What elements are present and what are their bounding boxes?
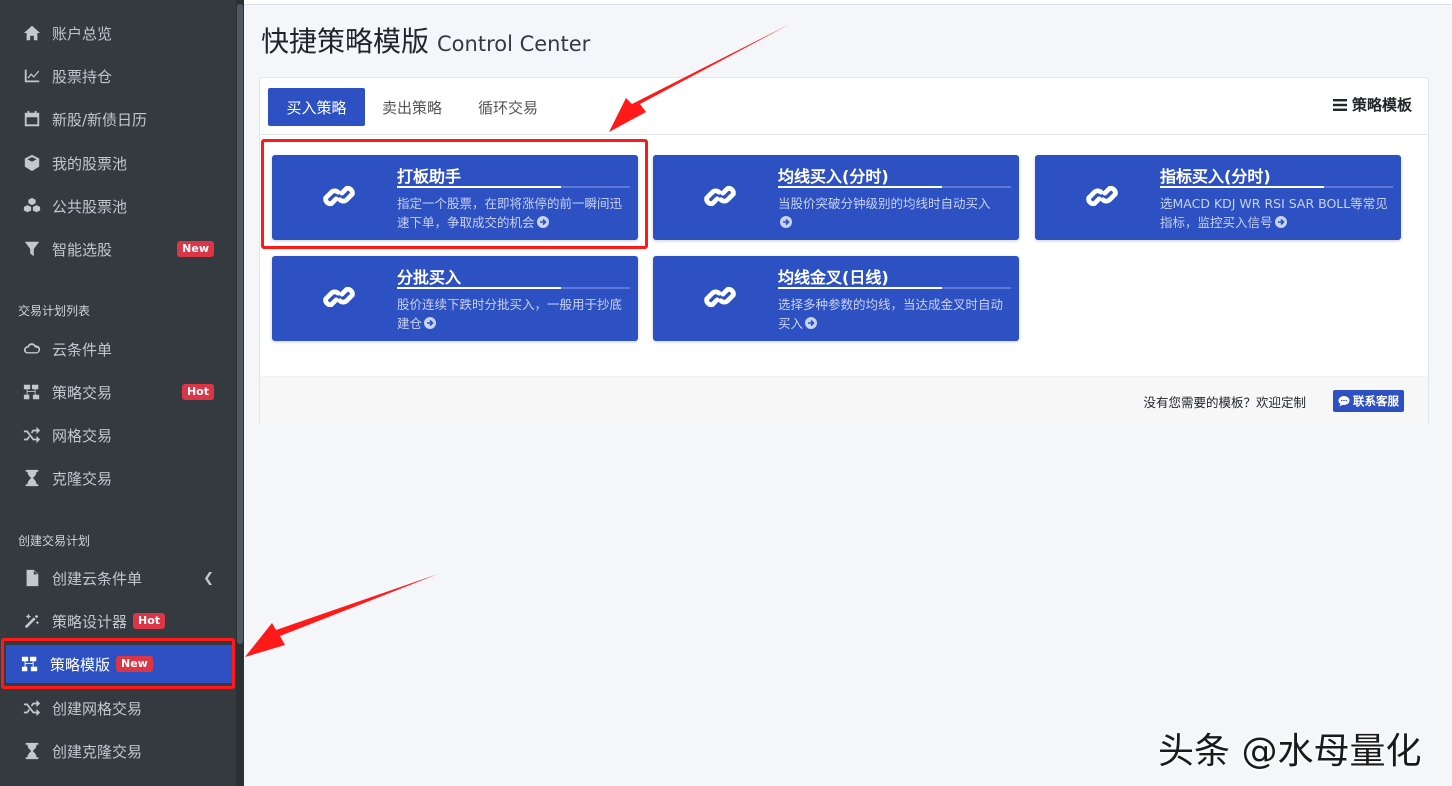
tile-progress-fill [1160, 186, 1324, 188]
random-icon [22, 698, 42, 718]
hot-badge: Hot [133, 613, 166, 629]
sidebar-item-label: 云条件单 [52, 340, 113, 359]
strategy-templates-menu[interactable]: 策略模板 [1332, 94, 1412, 115]
sidebar-item-holdings[interactable]: 股票持仓 [8, 57, 230, 95]
sidebar-item-cloud-orders[interactable]: 云条件单 [8, 330, 230, 368]
sidebar-scrollbar-thumb[interactable] [237, 4, 243, 644]
bars-icon [1332, 98, 1347, 111]
custom-template-prompt: 没有您需要的模板？欢迎定制 [1143, 395, 1306, 410]
sidebar-item-label: 网格交易 [52, 426, 113, 445]
filter-icon [22, 239, 42, 259]
tile-progress-fill [778, 186, 942, 188]
line-chart-icon [22, 66, 42, 86]
sidebar-item-label: 创建克隆交易 [52, 742, 143, 761]
link-icon [1086, 185, 1118, 207]
tile-title: 均线金叉(日线) [778, 268, 889, 287]
annotation-highlight-box [1, 638, 235, 689]
template-tile-ma-golden-cross-daily[interactable]: 均线金叉(日线) 选择多种参数的均线，当达成金叉时自动买入 [653, 256, 1019, 341]
sidebar-header-create: 创建交易计划 [18, 534, 91, 548]
home-icon [22, 23, 42, 43]
magic-icon [22, 611, 42, 631]
sidebar-item-label: 策略交易 [52, 383, 113, 402]
sidebar-item-create-clone-trading[interactable]: 创建克隆交易 [8, 732, 230, 770]
tile-progress-fill [778, 287, 942, 289]
link-icon [323, 286, 355, 308]
strategy-templates-label: 策略模板 [1351, 96, 1412, 114]
sidebar-item-label: 创建网格交易 [52, 699, 143, 718]
sidebar-item-public-stock-pool[interactable]: 公共股票池 [8, 187, 230, 225]
cubes-icon [22, 196, 42, 216]
watermark-text: 头条 @水母量化 [1158, 731, 1422, 772]
tile-description: 选MACD KDJ WR RSI SAR BOLL等常见指标，监控买入信号 [1160, 196, 1388, 230]
cube-icon [22, 153, 42, 173]
link-icon [704, 286, 736, 308]
new-badge: New [177, 241, 214, 257]
tab-sell-strategy[interactable]: 卖出策略 [370, 88, 454, 126]
sidebar-item-label: 公共股票池 [52, 197, 128, 216]
sidebar-item-clone-trading[interactable]: 克隆交易 [8, 459, 230, 497]
sidebar-item-label: 智能选股 [52, 240, 113, 259]
cloud-icon [22, 339, 42, 359]
annotation-arrow-to-sidebar [245, 574, 438, 657]
arrow-circle-right-icon [424, 317, 437, 329]
sidebar-item-label: 账户总览 [52, 24, 113, 43]
sidebar-item-smart-screener[interactable]: 智能选股 New [8, 230, 230, 268]
sidebar-item-label: 新股/新债日历 [52, 110, 148, 129]
arrow-circle-right-icon [805, 317, 818, 329]
sidebar-item-label: 我的股票池 [52, 154, 128, 173]
link-icon [704, 185, 736, 207]
contact-support-button[interactable]: 联系客服 [1333, 390, 1404, 412]
tile-progress-fill [397, 287, 561, 289]
tile-title: 指标买入(分时) [1160, 167, 1271, 186]
sidebar-header-plans: 交易计划列表 [18, 304, 91, 318]
chat-icon [1338, 396, 1350, 407]
tile-description: 当股价突破分钟级别的均线时自动买入 [778, 194, 1014, 232]
arrow-circle-right-icon [1274, 216, 1287, 228]
hourglass-icon [22, 468, 42, 488]
strategy-card: 买入策略 卖出策略 循环交易 策略模板 没有您需要的模板？欢迎定制 联系客服 [259, 77, 1429, 426]
contact-support-label: 联系客服 [1353, 394, 1399, 408]
template-tile-batch-buy[interactable]: 分批买入 股价连续下跌时分批买入，一般用于抄底建仓 [272, 256, 638, 341]
card-header: 买入策略 卖出策略 循环交易 策略模板 [260, 78, 1428, 135]
page-subtitle: Control Center [437, 32, 591, 56]
sidebar-item-strategy-designer[interactable]: 策略设计器 Hot [8, 602, 230, 640]
calendar-icon [22, 109, 42, 129]
random-icon [22, 425, 42, 445]
sidebar-item-create-cloud-order[interactable]: 创建云条件单 ❮ [8, 559, 230, 597]
tab-buy-strategy[interactable]: 买入策略 [268, 88, 365, 126]
page-title: 快捷策略模版 Control Center [261, 20, 590, 60]
sidebar-item-label: 股票持仓 [52, 67, 113, 86]
annotation-highlight-box [261, 139, 648, 249]
sidebar-item-account-overview[interactable]: 账户总览 [8, 14, 230, 52]
template-tile-indicator-buy-intraday[interactable]: 指标买入(分时) 选MACD KDJ WR RSI SAR BOLL等常见指标，… [1035, 155, 1401, 240]
hourglass-icon [22, 741, 42, 761]
sidebar-item-ipo-calendar[interactable]: 新股/新债日历 [8, 100, 230, 138]
tile-title: 分批买入 [397, 268, 462, 287]
sidebar-item-label: 克隆交易 [52, 469, 113, 488]
tile-title: 均线买入(分时) [778, 167, 889, 186]
chevron-left-icon: ❮ [203, 570, 214, 586]
tile-description: 股价连续下跌时分批买入，一般用于抄底建仓 [397, 297, 623, 331]
tile-description: 选择多种参数的均线，当达成金叉时自动买入 [778, 297, 1004, 331]
sitemap-icon [22, 382, 42, 402]
file-icon [22, 568, 42, 588]
arrow-circle-right-icon [780, 216, 792, 228]
top-navbar [244, 0, 1452, 5]
sidebar-item-grid-trading[interactable]: 网格交易 [8, 416, 230, 454]
tab-loop-trading[interactable]: 循环交易 [465, 88, 551, 126]
sidebar-item-my-stock-pool[interactable]: 我的股票池 [8, 144, 230, 182]
page-title-text: 快捷策略模版 [261, 25, 430, 58]
sidebar-item-create-grid-trading[interactable]: 创建网格交易 [8, 689, 230, 727]
sidebar-item-label: 创建云条件单 [52, 569, 143, 588]
template-tile-ma-buy-intraday[interactable]: 均线买入(分时) 当股价突破分钟级别的均线时自动买入 [653, 155, 1019, 240]
card-footer: 没有您需要的模板？欢迎定制 联系客服 [260, 376, 1428, 426]
sidebar-item-label: 策略设计器 [52, 612, 128, 631]
hot-badge: Hot [181, 384, 214, 400]
sidebar-item-strategy-trading[interactable]: 策略交易 Hot [8, 373, 230, 411]
